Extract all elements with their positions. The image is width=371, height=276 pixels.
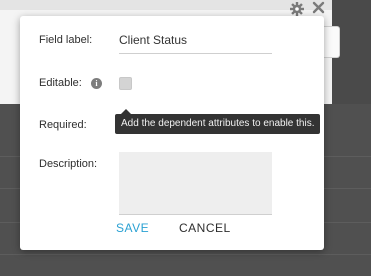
field-settings-popover: Field label: Client Status Editable: i R… — [20, 16, 324, 250]
description-label: Description: — [39, 158, 98, 170]
required-label: Required: — [39, 119, 87, 131]
background-input — [323, 26, 340, 58]
field-label-input[interactable]: Client Status — [119, 33, 272, 54]
save-button[interactable]: SAVE — [116, 221, 149, 235]
field-label-label: Field label: — [39, 34, 93, 46]
editable-tooltip: Add the dependent attributes to enable t… — [115, 109, 321, 134]
description-textarea[interactable] — [119, 152, 272, 215]
editable-checkbox[interactable] — [119, 77, 132, 90]
background-row-divider — [0, 254, 371, 255]
info-icon[interactable]: i — [91, 78, 102, 89]
tooltip-text: Add the dependent attributes to enable t… — [121, 118, 315, 129]
editable-label: Editable: — [39, 77, 82, 89]
cancel-button[interactable]: CANCEL — [179, 221, 231, 235]
background-panel-header — [0, 0, 332, 10]
tooltip-arrow — [121, 109, 131, 114]
